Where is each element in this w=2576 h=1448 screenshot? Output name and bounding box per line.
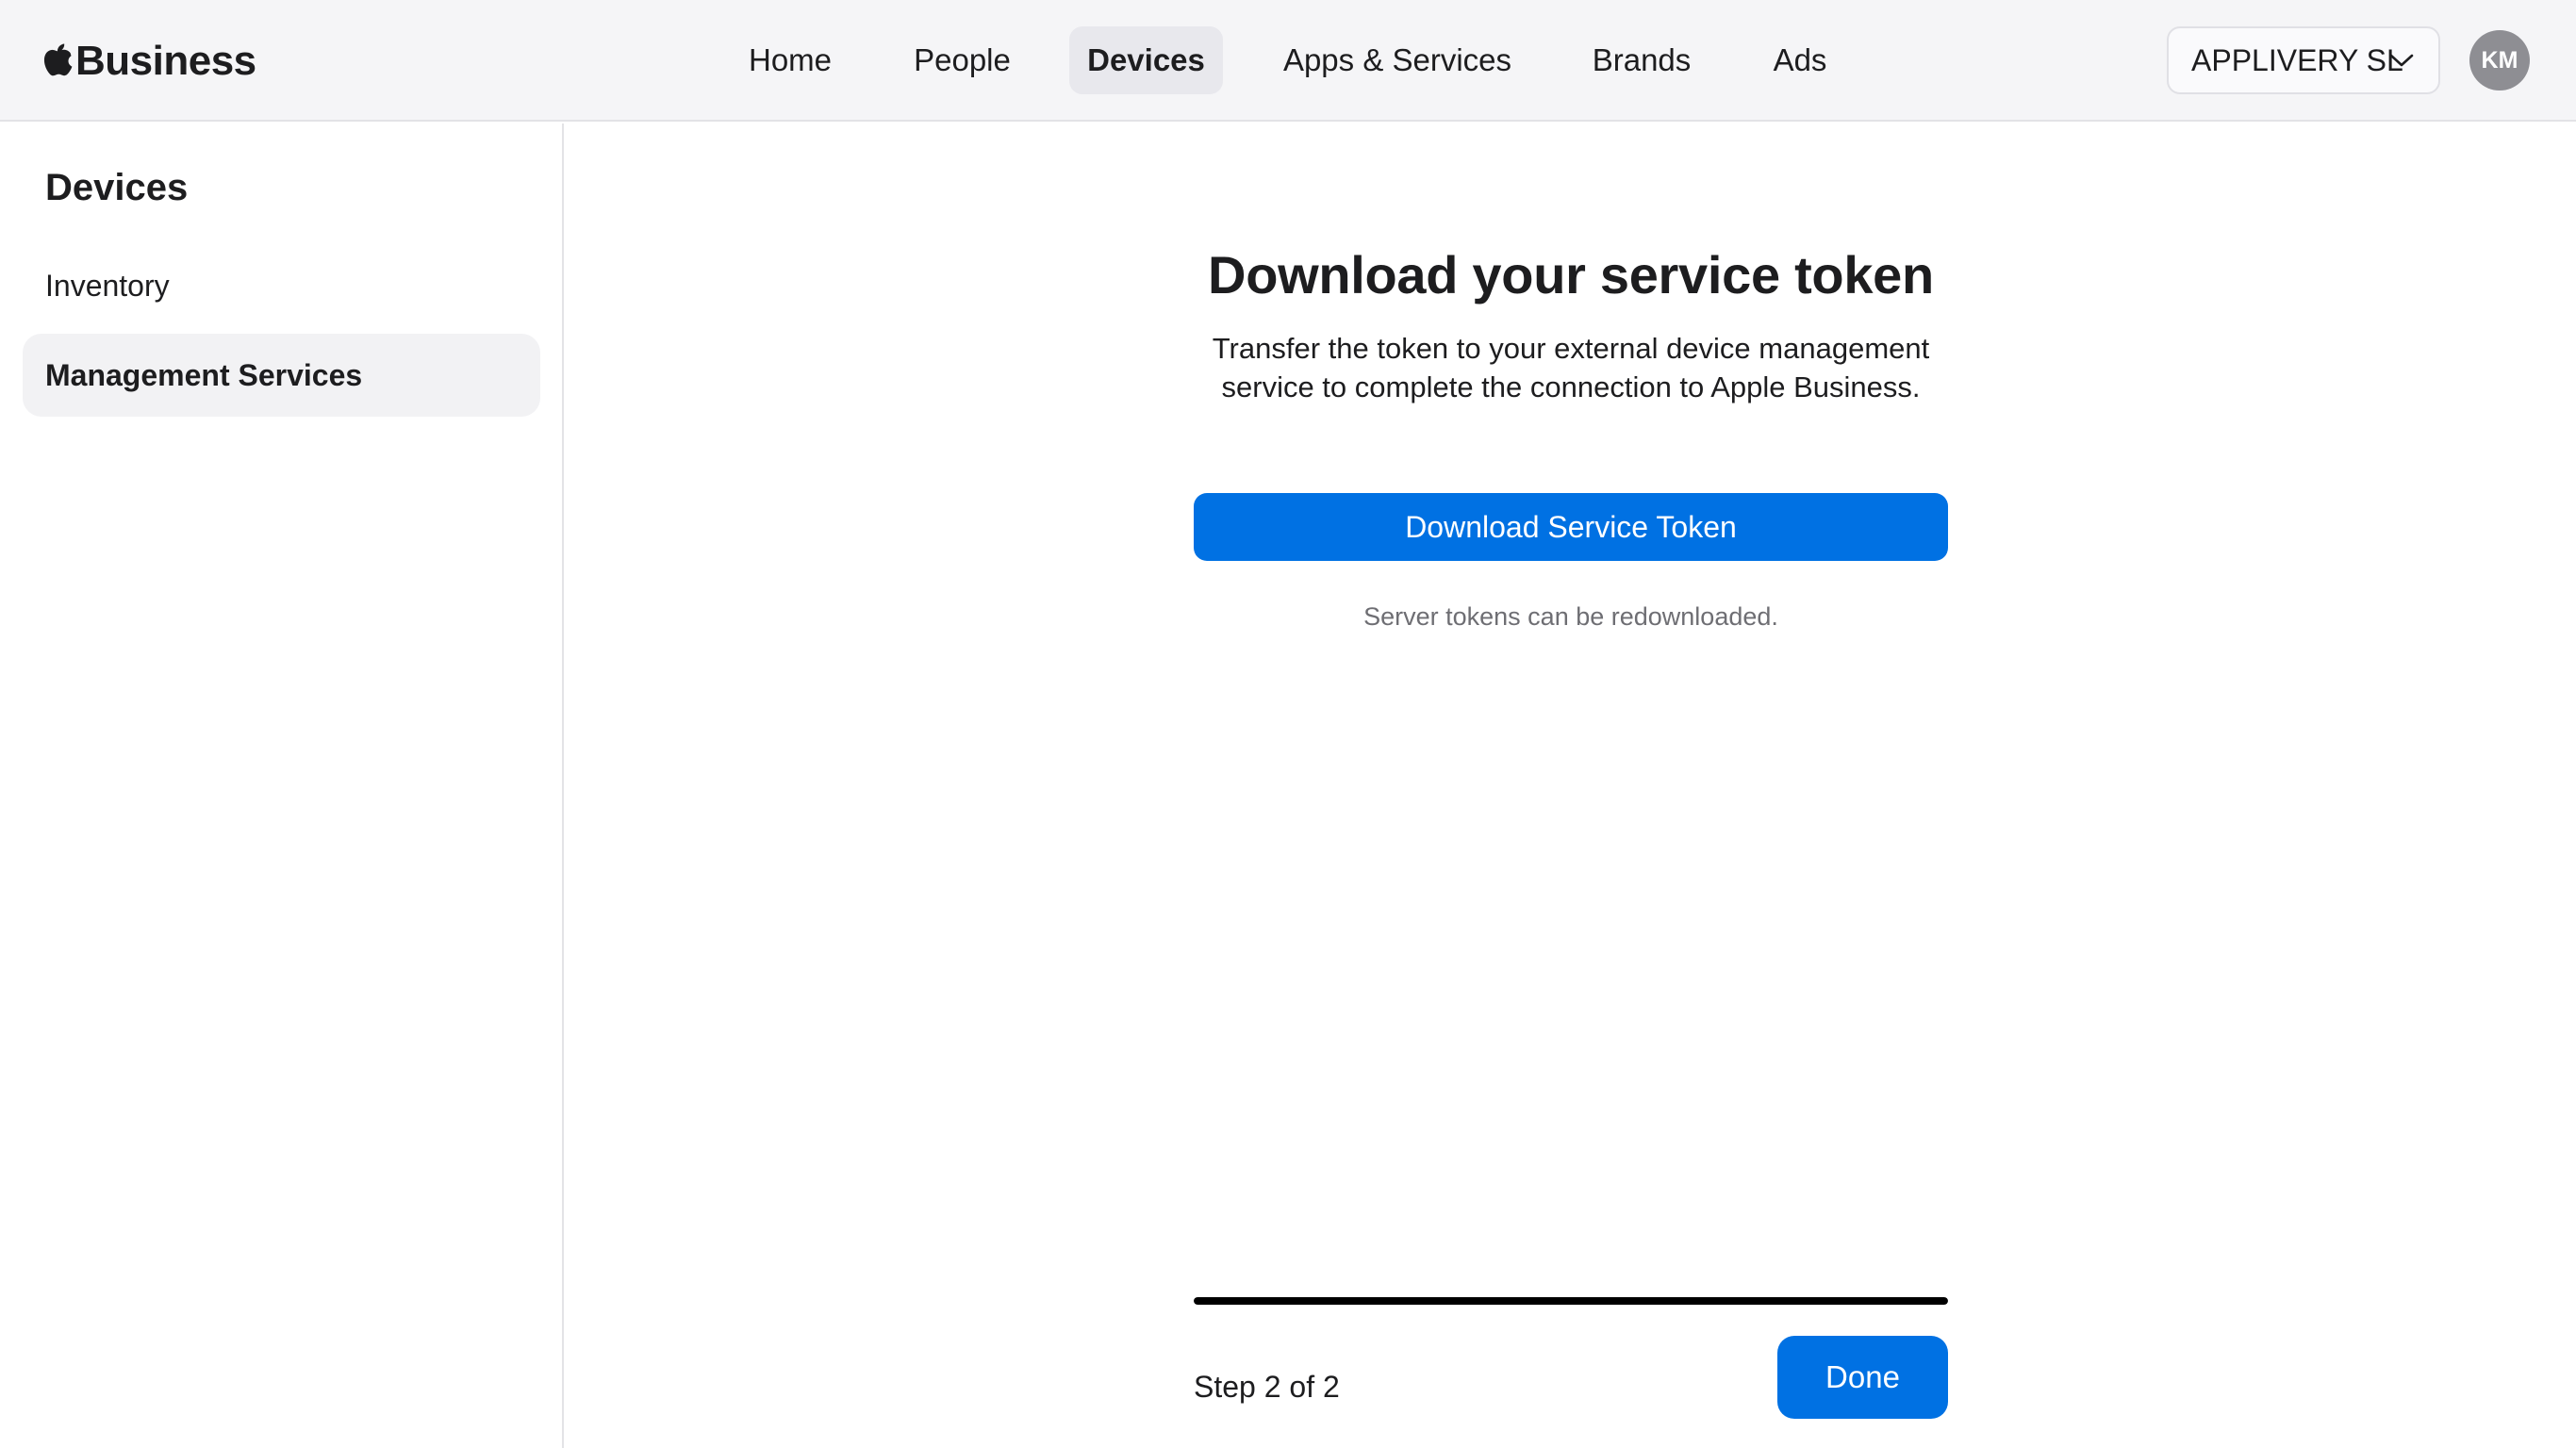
step-progress-fill	[1194, 1297, 1948, 1305]
sidebar-title: Devices	[45, 167, 189, 208]
done-button[interactable]: Done	[1777, 1336, 1948, 1419]
nav-ads[interactable]: Ads	[1759, 26, 1841, 94]
user-avatar[interactable]: KM	[2469, 30, 2530, 90]
sidebar: Devices Inventory Management Services	[0, 123, 564, 1448]
top-navigation-bar: Business Home People Devices Apps & Serv…	[0, 0, 2576, 122]
chevron-down-icon	[2389, 54, 2414, 67]
apple-logo-icon	[43, 43, 73, 76]
organization-name: APPLIVERY SL	[2191, 42, 2403, 77]
nav-devices[interactable]: Devices	[1069, 26, 1223, 94]
sidebar-item-inventory[interactable]: Inventory	[23, 244, 540, 327]
sidebar-item-management-services[interactable]: Management Services	[23, 334, 540, 417]
brand-logo[interactable]: Business	[43, 36, 256, 87]
nav-brands[interactable]: Brands	[1573, 26, 1710, 94]
download-service-token-button[interactable]: Download Service Token	[1194, 493, 1948, 561]
nav-home[interactable]: Home	[730, 26, 850, 94]
nav-people[interactable]: People	[899, 26, 1026, 94]
brand-name: Business	[75, 38, 256, 84]
step-progress-bar	[1194, 1297, 1948, 1305]
sidebar-item-label: Management Services	[45, 357, 363, 392]
organization-selector[interactable]: APPLIVERY SL	[2167, 26, 2440, 94]
sidebar-item-label: Inventory	[45, 268, 170, 303]
main-content: Download your service token Transfer the…	[566, 123, 2576, 1448]
redownload-hint: Server tokens can be redownloaded.	[1363, 602, 1778, 631]
step-indicator: Step 2 of 2	[1194, 1369, 1340, 1404]
nav-apps-services[interactable]: Apps & Services	[1272, 26, 1523, 94]
page-subtitle: Transfer the token to your external devi…	[1212, 332, 1930, 403]
page-title: Download your service token	[1208, 245, 1934, 304]
